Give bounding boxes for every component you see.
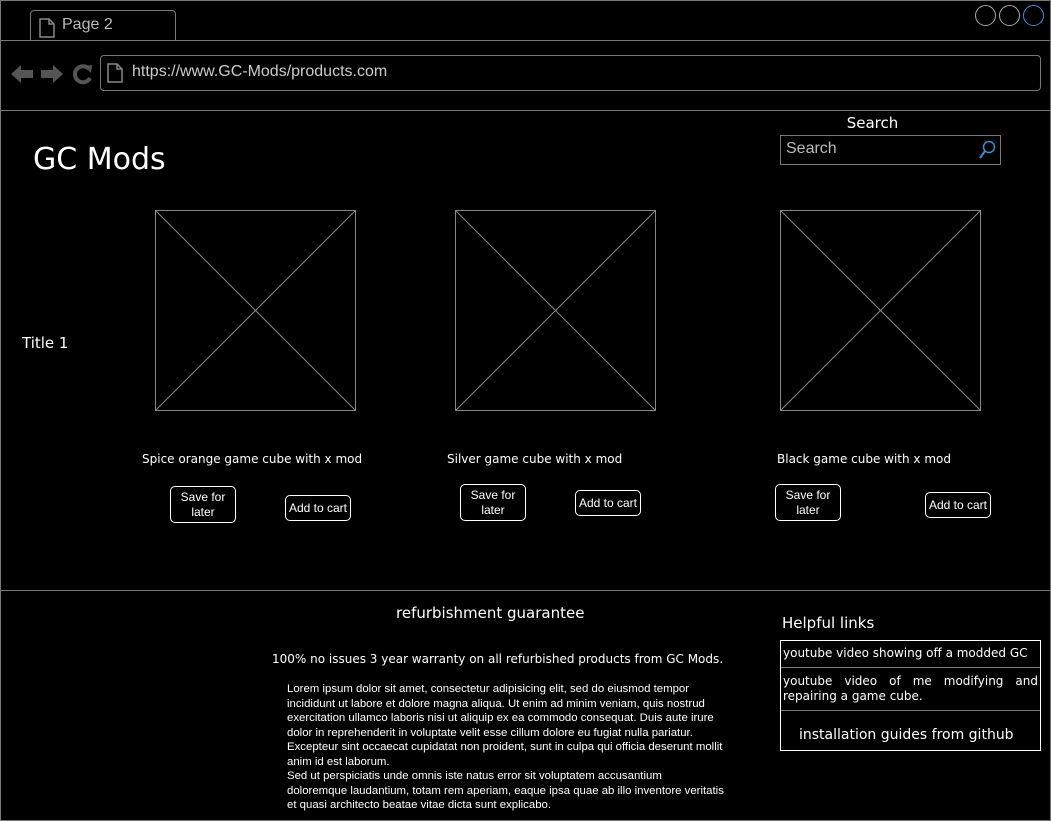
list-divider [781, 667, 1040, 668]
tab-label: Page 2 [62, 16, 113, 33]
add-to-cart-button[interactable]: Add to cart [925, 492, 991, 518]
search-icon[interactable] [979, 140, 997, 160]
add-to-cart-button[interactable]: Add to cart [575, 490, 641, 516]
guarantee-paragraph: Sed ut perspiciatis unde omnis iste natu… [287, 770, 724, 811]
product-image-placeholder[interactable] [780, 210, 981, 411]
save-for-later-button[interactable]: Save for later [460, 484, 526, 521]
helpful-link[interactable]: youtube video of me modifying and repair… [781, 674, 1040, 704]
helpful-link[interactable]: installation guides from github [797, 727, 1037, 743]
address-bar-url: https://www.GC-Mods/products.com [132, 63, 388, 80]
guarantee-paragraph: Lorem ipsum dolor sit amet, consectetur … [287, 683, 723, 768]
add-to-cart-button[interactable]: Add to cart [285, 495, 351, 521]
browser-tab[interactable]: Page 2 [30, 10, 176, 41]
product-image-placeholder[interactable] [455, 210, 656, 411]
product-image-placeholder[interactable] [155, 210, 356, 411]
page-icon [39, 18, 55, 38]
guarantee-heading: refurbishment guarantee [396, 604, 585, 622]
search-box[interactable] [780, 135, 1001, 165]
footer-divider [0, 590, 1051, 591]
search-input[interactable] [786, 140, 971, 158]
back-arrow-icon[interactable] [10, 63, 34, 85]
product-name[interactable]: Black game cube with x mod [777, 452, 951, 466]
save-for-later-button[interactable]: Save for later [170, 486, 236, 523]
tab-strip-divider [0, 40, 1051, 41]
browser-chrome-divider [0, 110, 1051, 111]
helpful-links-heading: Helpful links [782, 614, 875, 632]
save-for-later-button[interactable]: Save for later [775, 484, 841, 521]
sidebar-title: Title 1 [22, 334, 69, 352]
forward-arrow-icon[interactable] [40, 63, 64, 85]
window-button-close[interactable] [1023, 5, 1044, 26]
helpful-links-list: youtube video showing off a modded GC yo… [780, 640, 1041, 751]
product-name[interactable]: Spice orange game cube with x mod [142, 452, 362, 466]
helpful-link[interactable]: youtube video showing off a modded GC [781, 646, 1040, 660]
address-bar[interactable]: https://www.GC-Mods/products.com [100, 55, 1041, 91]
window-button-minimize[interactable] [975, 5, 996, 26]
page-icon [107, 63, 123, 83]
warranty-text: 100% no issues 3 year warranty on all re… [272, 652, 724, 666]
list-divider [781, 710, 1040, 711]
product-name[interactable]: Silver game cube with x mod [447, 452, 622, 466]
search-label: Search [846, 114, 899, 132]
reload-icon[interactable] [71, 63, 93, 85]
window-button-maximize[interactable] [999, 5, 1020, 26]
site-brand[interactable]: GC Mods [33, 142, 166, 177]
guarantee-body: Lorem ipsum dolor sit amet, consectetur … [287, 682, 725, 813]
